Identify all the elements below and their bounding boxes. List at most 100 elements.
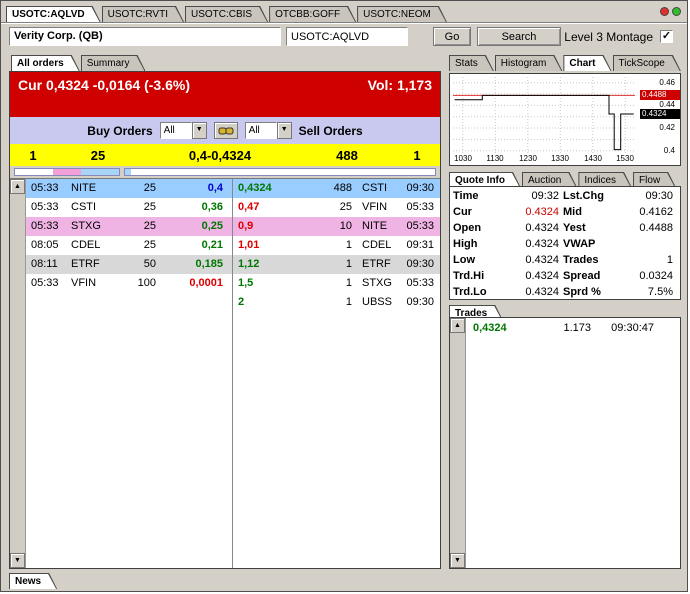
- y-tick-label: 0.4488: [640, 90, 680, 100]
- sell-order-row[interactable]: 0,47 25 VFIN 05:33: [233, 198, 440, 217]
- symbol-tab-label: USOTC:RVTI: [103, 7, 183, 22]
- buy-filter-dropdown[interactable]: All: [159, 122, 207, 139]
- symbol-tab-cbis[interactable]: USOTC:CBIS: [185, 6, 268, 22]
- buy-depth-bar: [14, 168, 120, 176]
- sell-order-row[interactable]: 1,5 1 STXG 05:33: [233, 274, 440, 293]
- order-price: 1,01: [238, 239, 260, 251]
- buy-order-row[interactable]: 05:33 CSTI 25 0,36: [26, 198, 232, 217]
- scroll-up-icon[interactable]: [10, 179, 25, 194]
- tab-news[interactable]: News: [9, 573, 57, 589]
- current-price-text: Cur 0,4324 -0,0164 (-3.6%): [18, 77, 190, 93]
- quote-label: Yest: [563, 222, 586, 234]
- sell-order-row[interactable]: 2 1 UBSS 09:30: [233, 293, 440, 312]
- trade-row[interactable]: 0,4324 1.173 09:30:47: [467, 318, 680, 336]
- quote-label: Trd.Lo: [453, 286, 487, 298]
- order-market-maker: CSTI: [71, 201, 97, 213]
- scroll-up-icon[interactable]: [450, 318, 465, 333]
- trades-scrollbar[interactable]: [450, 318, 466, 568]
- bid-count: 1: [29, 147, 37, 163]
- order-size: 25: [143, 182, 156, 194]
- order-price: 0,185: [195, 258, 223, 270]
- quote-label: Lst.Chg: [563, 190, 604, 202]
- depth-bars-row: [10, 166, 440, 178]
- tab-stats[interactable]: Stats: [449, 55, 494, 71]
- quote-value: 0.4324: [525, 270, 559, 282]
- scroll-down-icon[interactable]: [10, 553, 25, 568]
- order-time: 05:33: [31, 220, 59, 232]
- sell-order-row[interactable]: 0,9 10 NITE 05:33: [233, 217, 440, 236]
- sell-order-row[interactable]: 1,12 1 ETRF 09:30: [233, 255, 440, 274]
- level3-montage-label: Level 3 Montage: [564, 30, 653, 44]
- tab-histogram[interactable]: Histogram: [495, 55, 563, 71]
- order-price: 1,5: [238, 277, 254, 289]
- symbol-input[interactable]: [286, 27, 408, 46]
- order-market-maker: STXG: [71, 220, 101, 232]
- montage-panel: Cur 0,4324 -0,0164 (-3.6%) Vol: 1,173 Bu…: [9, 71, 441, 569]
- x-tick-label: 1430: [584, 154, 602, 163]
- trading-app-window: USOTC:AQLVD USOTC:RVTI USOTC:CBIS OTCBB:…: [0, 0, 688, 592]
- window-close-icon[interactable]: [660, 7, 669, 16]
- order-size: 100: [137, 277, 156, 289]
- link-filters-button[interactable]: [213, 122, 238, 139]
- symbol-tab-neom[interactable]: USOTC:NEOM: [357, 6, 447, 22]
- go-button[interactable]: Go: [433, 27, 471, 46]
- order-price: 0,21: [201, 239, 223, 251]
- order-book: 05:33 NITE 25 0,4 05:33 CSTI 25 0,36 05:33 STXG…: [10, 178, 440, 568]
- tab-tickscope[interactable]: TickScope: [613, 55, 681, 71]
- trade-size: 1.173: [563, 322, 591, 334]
- chevron-down-icon[interactable]: [276, 122, 292, 139]
- scroll-down-icon[interactable]: [450, 553, 465, 568]
- tab-chart[interactable]: Chart: [563, 55, 611, 71]
- quote-info-row: Trd.Lo 0.4324 Sprd % 7.5%: [450, 284, 680, 300]
- buy-filter-value: All: [159, 122, 192, 139]
- order-size: 1: [345, 239, 352, 251]
- order-size: 50: [143, 258, 156, 270]
- symbol-tab-goff[interactable]: OTCBB:GOFF: [269, 6, 356, 22]
- analysis-tab-bar: Stats Histogram Chart TickScope: [449, 56, 682, 71]
- quote-value: 0.4324: [525, 254, 559, 266]
- quote-label: Open: [453, 222, 482, 234]
- sell-order-row[interactable]: 1,01 1 CDEL 09:31: [233, 236, 440, 255]
- quote-value: 0.4324: [525, 238, 559, 250]
- y-tick-label: 0.46: [657, 78, 677, 88]
- symbol-tab-rvti[interactable]: USOTC:RVTI: [102, 6, 184, 22]
- sell-depth-bar: [124, 168, 436, 176]
- symbol-tab-aqlvd[interactable]: USOTC:AQLVD: [6, 6, 101, 22]
- depth-segment: [52, 169, 82, 175]
- sell-order-row[interactable]: 0,4324 488 CSTI 09:30: [233, 179, 440, 198]
- window-controls: [660, 7, 681, 16]
- buy-order-row[interactable]: 05:33 STXG 25 0,25: [26, 217, 232, 236]
- tab-summary[interactable]: Summary: [81, 55, 146, 71]
- quote-value: 0.4324: [525, 286, 559, 298]
- buy-order-row[interactable]: 08:11 ETRF 50 0,185: [26, 255, 232, 274]
- sell-filter-dropdown[interactable]: All: [244, 122, 292, 139]
- buy-order-row[interactable]: 08:05 CDEL 25 0,21: [26, 236, 232, 255]
- tab-all-orders[interactable]: All orders: [11, 55, 80, 71]
- tab-label: Histogram: [496, 56, 562, 71]
- order-market-maker: NITE: [71, 182, 97, 194]
- quote-value: 0.4324: [525, 206, 559, 218]
- order-time: 09:30: [406, 258, 434, 270]
- order-market-maker: VFIN: [362, 201, 388, 213]
- buy-order-row[interactable]: 05:33 VFIN 100 0,0001: [26, 274, 232, 293]
- order-filter-row: Buy Orders All All Sell Orders: [10, 117, 440, 144]
- price-chart: 0.46 0.4488 0.44 0.4324 0.42 0.4 1030 1130 1230…: [449, 73, 681, 166]
- order-size: 25: [339, 201, 352, 213]
- symbol-tab-label: USOTC:AQLVD: [7, 7, 100, 22]
- trades-panel: 0,4324 1.173 09:30:47: [449, 317, 681, 569]
- montage-tab-bar: All orders Summary: [11, 56, 146, 71]
- tab-label: News: [10, 574, 56, 589]
- orders-scrollbar[interactable]: [10, 179, 26, 568]
- tab-label: Stats: [450, 56, 493, 71]
- buy-order-row[interactable]: 05:33 NITE 25 0,4: [26, 179, 232, 198]
- ask-size: 488: [336, 147, 358, 163]
- window-ok-icon[interactable]: [672, 7, 681, 16]
- order-market-maker: CDEL: [362, 239, 392, 251]
- x-tick-label: 1130: [486, 154, 504, 163]
- order-size: 1: [345, 296, 352, 308]
- order-size: 10: [339, 220, 352, 232]
- chevron-down-icon[interactable]: [191, 122, 207, 139]
- x-tick-label: 1330: [551, 154, 569, 163]
- search-button[interactable]: Search: [477, 27, 561, 46]
- level3-montage-checkbox[interactable]: [660, 30, 673, 43]
